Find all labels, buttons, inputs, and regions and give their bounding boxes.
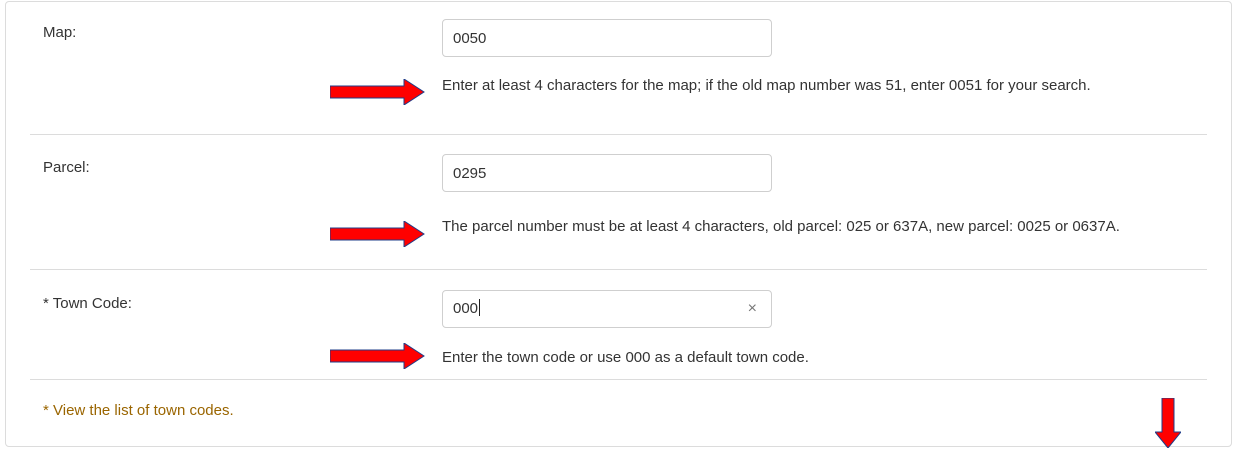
divider — [30, 379, 1207, 380]
clear-icon[interactable]: × — [748, 291, 757, 327]
map-label: Map: — [43, 24, 77, 41]
town-code-input[interactable]: 000 × — [442, 290, 772, 328]
map-input[interactable] — [442, 19, 772, 57]
right-arrow-icon — [330, 343, 425, 369]
parcel-row: Parcel: The parcel number must be at lea… — [30, 135, 1207, 270]
right-arrow-icon — [330, 79, 425, 105]
town-code-row: * Town Code: 000 × Enter the town code o… — [30, 271, 1207, 380]
town-code-value: 000 — [453, 300, 479, 317]
map-row: Map: Enter at least 4 characters for the… — [30, 2, 1207, 135]
town-code-label: * Town Code: — [43, 295, 132, 312]
parcel-help-text: The parcel number must be at least 4 cha… — [442, 218, 1120, 235]
town-code-help-text: Enter the town code or use 000 as a defa… — [442, 349, 809, 366]
divider — [30, 269, 1207, 270]
parcel-input[interactable] — [442, 154, 772, 192]
text-caret — [479, 299, 481, 316]
right-arrow-icon — [330, 221, 425, 247]
map-help-text: Enter at least 4 characters for the map;… — [442, 77, 1091, 94]
parcel-label: Parcel: — [43, 159, 90, 176]
search-form-panel: Map: Enter at least 4 characters for the… — [5, 1, 1232, 448]
view-town-codes-link[interactable]: * View the list of town codes. — [43, 402, 234, 419]
down-arrow-icon — [1155, 398, 1181, 448]
